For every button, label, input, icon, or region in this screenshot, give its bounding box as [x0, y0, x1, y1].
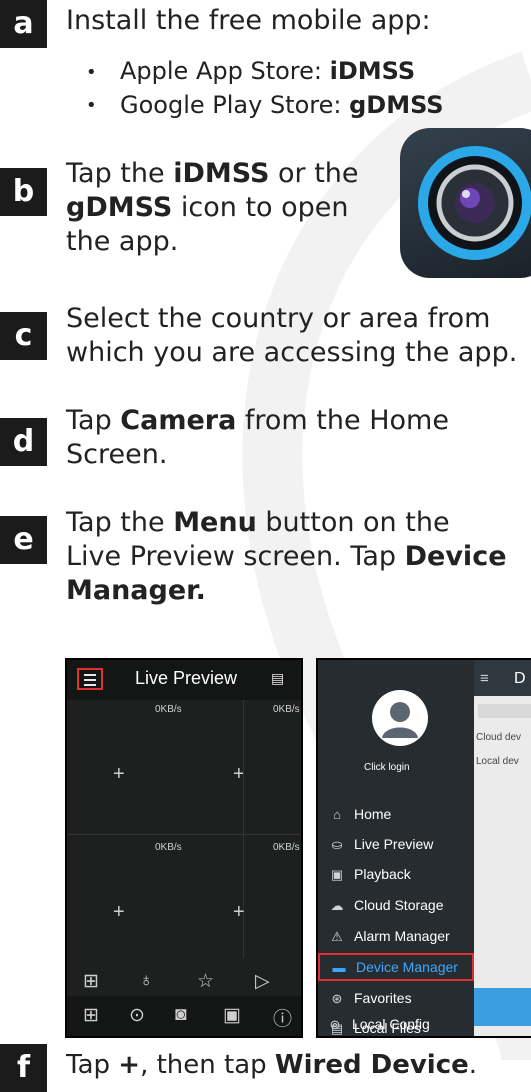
grid-divider	[67, 834, 301, 835]
live-preview-icon: ⛀	[331, 837, 343, 852]
menu-icon[interactable]: ≡	[480, 670, 489, 687]
step-f-text: Tap +, then tap Wired Device.	[66, 1050, 478, 1080]
device-manager-icon: ▬	[332, 960, 346, 975]
panel-title: D	[514, 670, 526, 687]
favorites-icon: ⊛	[331, 991, 343, 1006]
snapshot-icon[interactable]: ⊙	[129, 1004, 145, 1027]
play-icon[interactable]: ▷	[255, 970, 270, 993]
add-channel-icon[interactable]: +	[113, 764, 125, 784]
step-f-badge: f	[0, 1044, 47, 1092]
action-button[interactable]	[474, 988, 531, 1026]
menu-item-alarm-manager[interactable]: ⚠ Alarm Manager	[318, 922, 474, 950]
store-apple-name: iDMSS	[329, 57, 416, 85]
device-menu-screenshot: ≡ D Cloud dev Local dev Click login ⌂ Hom…	[316, 658, 531, 1038]
screen-icon[interactable]: ▣	[223, 1004, 241, 1027]
behind-panel: ≡ D Cloud dev Local dev	[474, 660, 531, 1036]
layout-icon[interactable]: ⊞	[83, 1004, 99, 1027]
step-c-badge: c	[0, 312, 47, 360]
playback-icon: ▣	[330, 867, 344, 882]
rate-label: 0KB/s	[273, 842, 300, 853]
cloud-devices-label: Cloud dev	[476, 732, 522, 743]
menu-item-cloud-storage[interactable]: ☁ Cloud Storage	[318, 891, 474, 919]
store-list: Apple App Store: iDMSS Google Play Store…	[86, 55, 444, 122]
step-d-text: Tap Camera from the Home Screen.	[66, 405, 449, 470]
menu-icon[interactable]	[77, 668, 103, 690]
store-apple: Apple App Store: iDMSS	[86, 55, 444, 89]
step-b-badge: b	[0, 168, 47, 216]
grid-icon[interactable]: ⊞	[83, 970, 99, 993]
local-devices-label: Local dev	[476, 756, 519, 767]
avatar[interactable]	[372, 690, 428, 746]
star-icon[interactable]: ☆	[197, 970, 214, 993]
menu-item-favorites[interactable]: ⊛ Favorites	[318, 984, 474, 1012]
microphone-icon[interactable]: ♁	[139, 970, 153, 992]
user-icon	[382, 702, 418, 738]
multi-screen-icon[interactable]: ▤	[271, 670, 284, 687]
live-preview-header: Live Preview ▤	[67, 660, 301, 700]
step-d-badge: d	[0, 418, 47, 466]
record-icon[interactable]: ◙	[175, 1004, 186, 1026]
menu-item-playback[interactable]: ▣ Playback	[318, 860, 474, 888]
menu-item-device-manager[interactable]: ▬ Device Manager	[318, 953, 474, 981]
rate-label: 0KB/s	[155, 704, 182, 715]
info-icon[interactable]: ⓘ	[273, 1004, 292, 1031]
live-preview-bottom-bar: ⊞ ⊙ ◙ ▣ ⓘ	[67, 996, 301, 1036]
live-preview-screenshot: Live Preview ▤ 0KB/s 0KB/s + + 0KB/s 0KB…	[65, 658, 303, 1038]
store-google-name: gDMSS	[349, 90, 444, 119]
alarm-icon: ⚠	[331, 929, 343, 944]
dmss-app-icon	[400, 128, 531, 278]
menu-item-live-preview[interactable]: ⛀ Live Preview	[318, 830, 474, 858]
step-e-text: Tap the Menu button on the Live Preview …	[66, 507, 507, 606]
camera-lens-icon	[418, 146, 531, 260]
cloud-storage-icon: ☁	[330, 898, 344, 913]
add-channel-icon[interactable]: +	[233, 902, 245, 922]
step-c-text: Select the country or area from which yo…	[66, 303, 518, 368]
add-channel-icon[interactable]: +	[113, 902, 125, 922]
search-field[interactable]	[478, 704, 531, 718]
step-e-badge: e	[0, 516, 47, 564]
rate-label: 0KB/s	[155, 842, 182, 853]
step-a-text: Install the free mobile app:	[66, 5, 431, 36]
home-icon: ⌂	[333, 807, 341, 822]
menu-item-local-config[interactable]: ⊚ Local Config	[316, 1010, 472, 1038]
login-link[interactable]: Click login	[364, 762, 410, 773]
local-config-icon: ⊚	[329, 1017, 341, 1032]
rate-label: 0KB/s	[273, 704, 300, 715]
step-a-badge: a	[0, 0, 47, 48]
store-google: Google Play Store: gDMSS	[86, 89, 444, 123]
live-preview-title: Live Preview	[135, 668, 238, 688]
step-b-text: Tap the iDMSS or the gDMSS icon to open …	[66, 158, 359, 257]
menu-item-home[interactable]: ⌂ Home	[318, 800, 474, 828]
